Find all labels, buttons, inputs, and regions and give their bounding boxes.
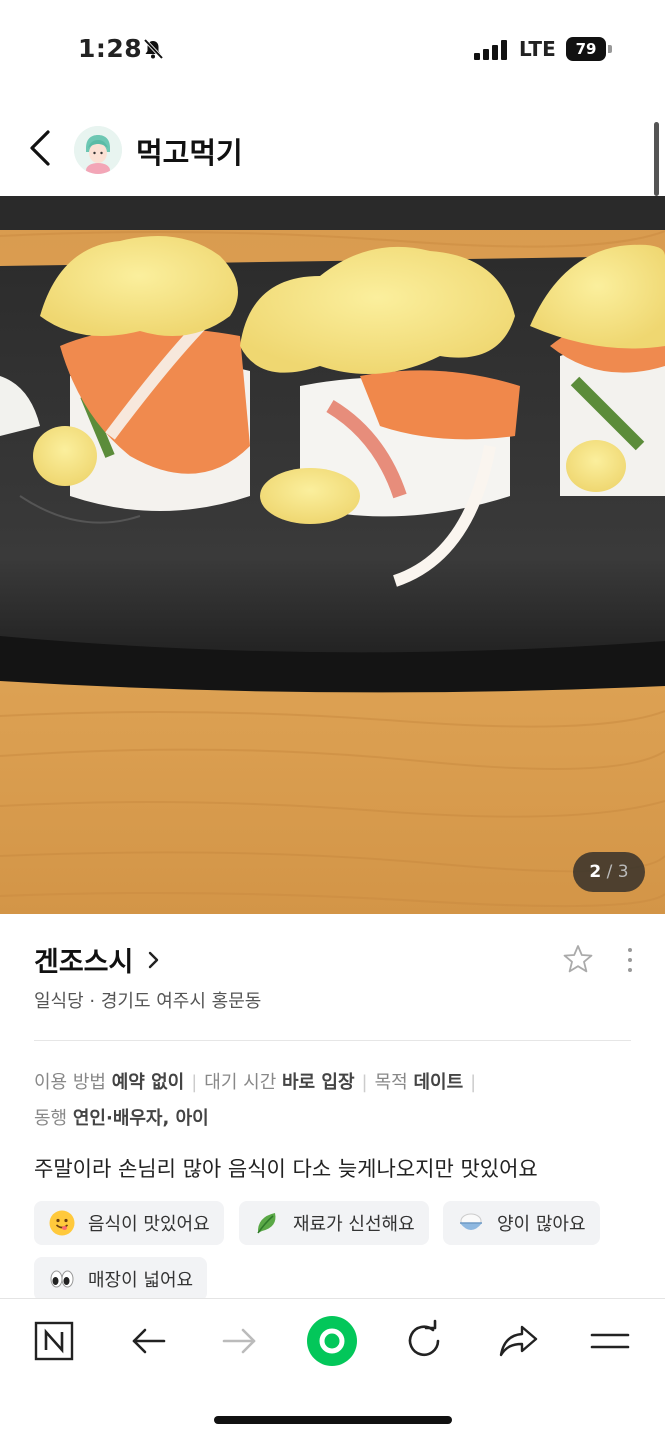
battery-icon: 79 [566,37,612,61]
network-type: LTE [519,37,556,61]
sushi-photo-image [0,196,665,914]
more-vertical-icon[interactable] [622,945,638,975]
review-photo[interactable] [0,196,665,914]
keyword-chip: 음식이 맛있어요 [34,1201,224,1245]
chevron-right-icon[interactable] [146,947,162,973]
rice-bowl-icon [460,1213,482,1230]
keyword-label: 양이 많아요 [497,1214,586,1235]
wait-time-label: 대기 시간 [204,1072,277,1093]
bell-muted-icon [143,38,164,60]
review-text: 주말이라 손님리 많아 음식이 다소 늦게나오지만 맛있어요 [34,1157,538,1181]
star-icon[interactable] [562,943,594,975]
keyword-chip: 재료가 신선해요 [239,1201,429,1245]
photo-counter: 2 / 3 [573,852,645,892]
companion-label: 동행 [34,1108,68,1129]
signal-icon [474,40,507,60]
keyword-label: 매장이 넓어요 [88,1270,194,1291]
purpose-value: 데이트 [413,1072,464,1093]
divider [34,1040,631,1041]
user-avatar-icon [74,126,122,174]
eyes-icon [50,1270,74,1288]
forward-arrow-icon[interactable] [218,1319,262,1363]
visit-method-label: 이용 방법 [34,1072,106,1093]
avatar[interactable] [74,126,122,174]
share-icon[interactable] [496,1319,540,1363]
green-dot-home-icon[interactable] [306,1315,358,1367]
place-category-location: 일식당 · 경기도 여주시 홍문동 [34,991,262,1012]
naver-home-icon[interactable] [32,1319,76,1363]
refresh-icon[interactable] [402,1319,446,1363]
back-arrow-icon[interactable] [26,128,56,168]
visit-method-value: 예약 없이 [111,1072,185,1093]
scrollbar[interactable] [654,122,659,196]
home-indicator[interactable] [214,1416,452,1424]
visit-info-line-2: 동행 연인·배우자, 아이 [34,1104,209,1130]
photo-current-index: 2 [589,862,602,882]
menu-icon[interactable] [588,1319,632,1363]
photo-total: / 3 [606,862,629,882]
keyword-label: 재료가 신선해요 [293,1214,415,1235]
battery-level: 79 [566,37,606,61]
wait-time-value: 바로 입장 [282,1072,355,1093]
top-navigation: 먹고먹기 [0,108,665,196]
yum-face-icon [49,1210,75,1236]
place-name-link[interactable]: 겐조스시 [34,940,133,979]
keyword-chip: 매장이 넓어요 [34,1257,208,1301]
leaf-icon [257,1213,276,1234]
back-arrow-icon[interactable] [126,1319,170,1363]
purpose-label: 목적 [374,1072,408,1093]
keyword-chip: 양이 많아요 [443,1201,600,1245]
status-bar: 1:28 LTE 79 [0,0,665,100]
companion-value: 연인·배우자, 아이 [72,1108,209,1129]
keyword-label: 음식이 맛있어요 [88,1214,210,1235]
status-time: 1:28 [78,34,143,63]
visit-info-line-1: 이용 방법 예약 없이 | 대기 시간 바로 입장 | 목적 데이트 | [34,1072,477,1093]
page-title: 먹고먹기 [136,136,243,170]
